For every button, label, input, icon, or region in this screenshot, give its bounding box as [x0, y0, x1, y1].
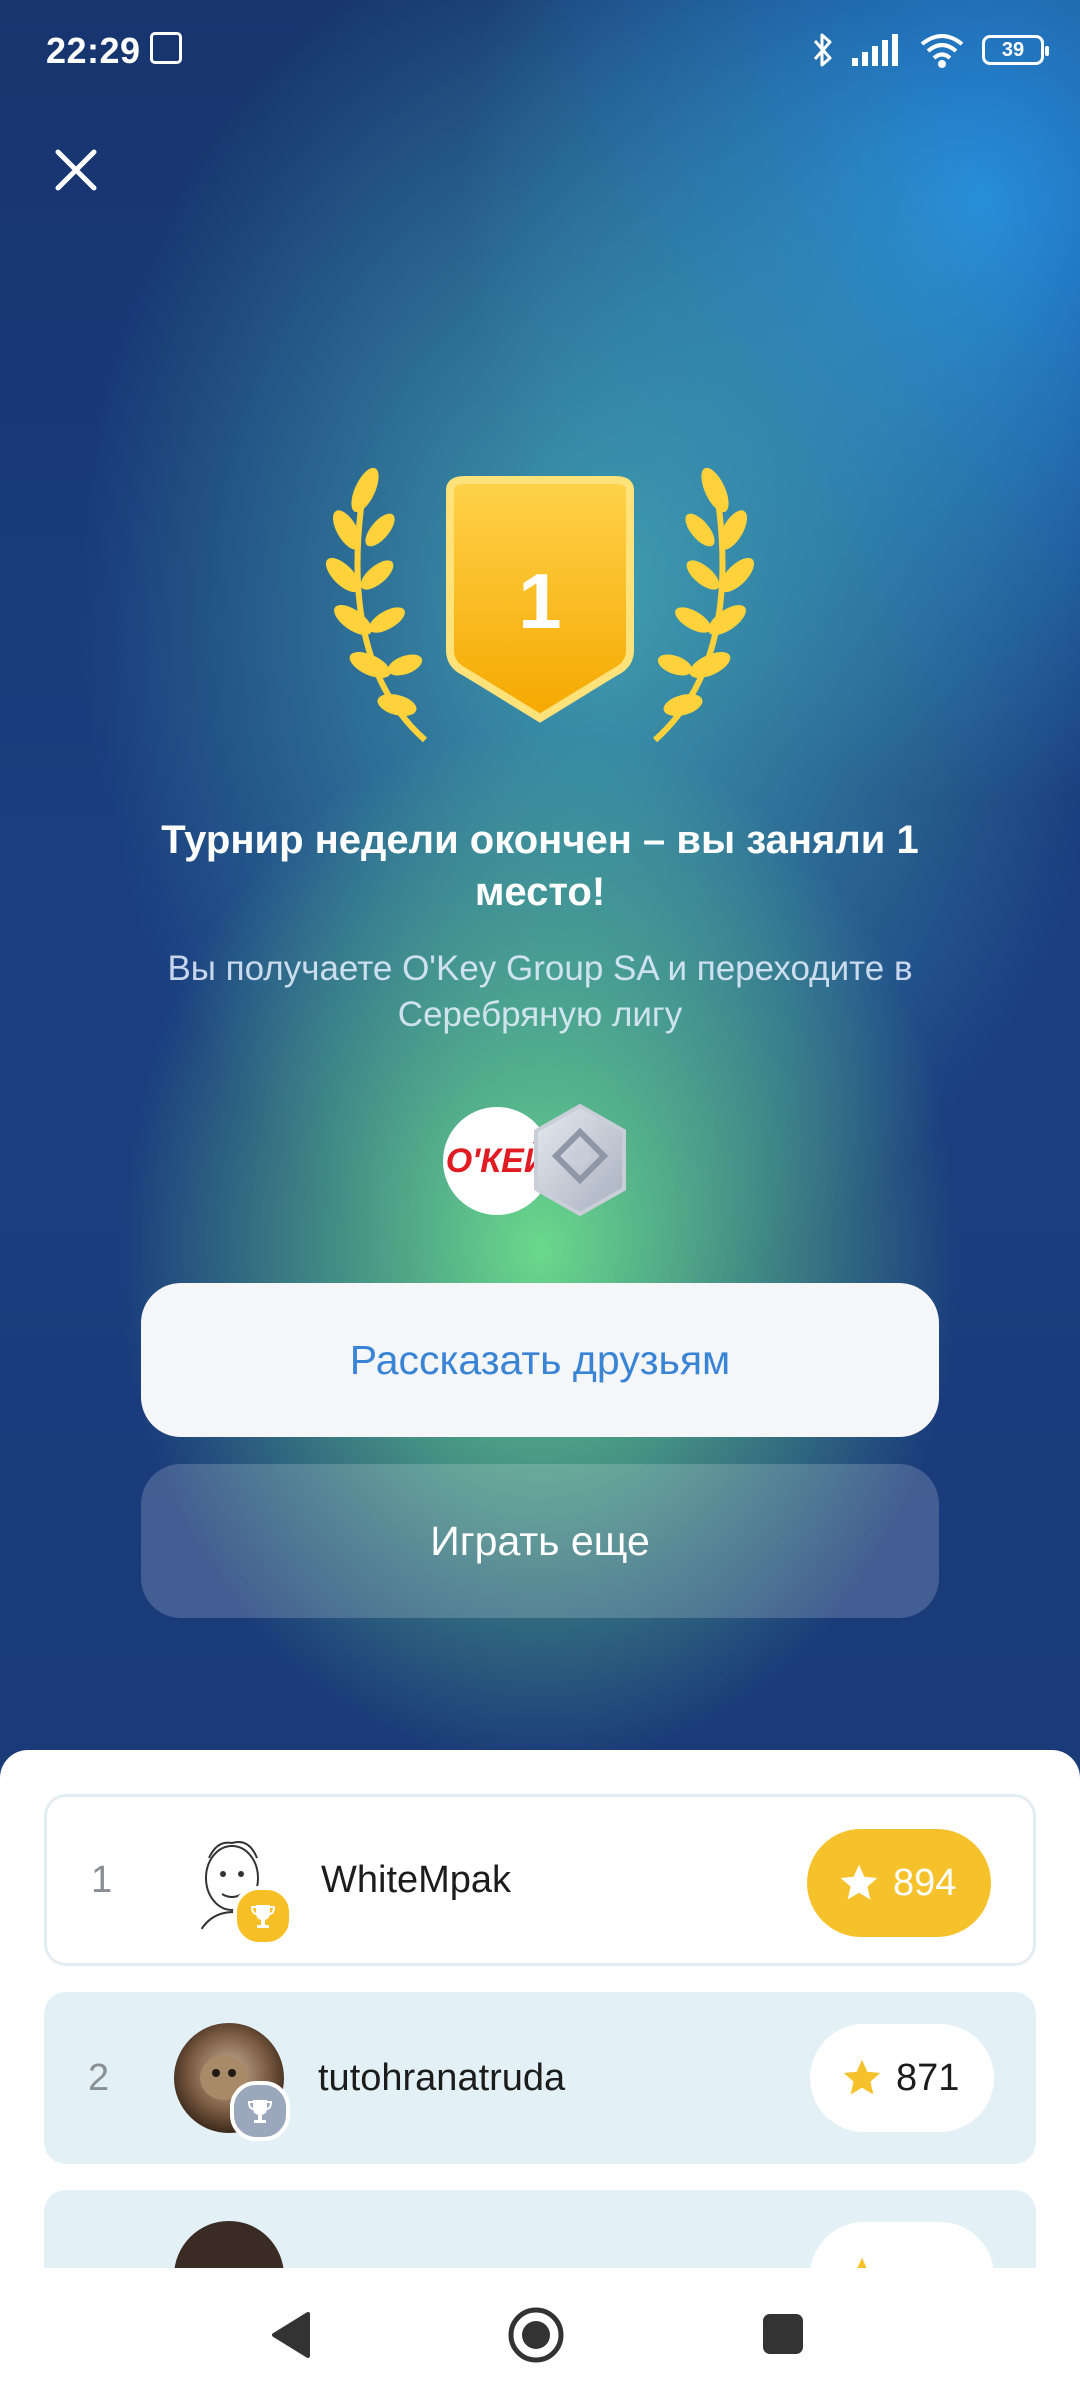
battery-level: 39 [1001, 38, 1025, 61]
score-pill: 871 [810, 2024, 994, 2132]
system-nav-bar [0, 2268, 1080, 2400]
result-subtitle: Вы получаете O'Key Group SA и переходите… [167, 949, 913, 1034]
leaderboard-row[interactable]: 2 tutohranatruda 871 [44, 1992, 1036, 2164]
wifi-icon [920, 34, 964, 68]
row-rank: 1 [91, 1858, 113, 1901]
status-bar: 22:29 39 [0, 0, 1080, 100]
result-title: Турнир недели окончен – вы заняли 1 мест… [161, 818, 919, 914]
star-icon [840, 1864, 878, 1900]
row-username: WhiteMpak [321, 1858, 512, 1901]
battery-icon: 39 [982, 35, 1049, 65]
place-number: 1 [518, 557, 562, 645]
row-rank: 2 [88, 2056, 110, 2099]
leaderboard-row[interactable]: 1 WhiteMpak 894 [44, 1794, 1036, 1966]
score-value: 894 [893, 1861, 957, 1904]
place-badge: 1 [325, 460, 755, 750]
silver-trophy-icon [230, 2081, 290, 2141]
play-again-button[interactable]: Играть еще [141, 1464, 939, 1618]
recents-icon[interactable] [761, 2312, 805, 2356]
play-button-label: Играть еще [430, 1517, 650, 1564]
nfc-icon [150, 32, 182, 64]
star-icon [843, 2059, 881, 2095]
share-with-friends-button[interactable]: Рассказать друзьям [141, 1283, 939, 1437]
share-button-label: Рассказать друзьям [349, 1336, 731, 1383]
avatar [174, 2023, 290, 2141]
home-icon[interactable] [507, 2306, 565, 2364]
gold-trophy-icon [233, 1886, 293, 1946]
bluetooth-icon [813, 33, 832, 67]
score-pill: 894 [807, 1829, 991, 1937]
status-icons: 39 [810, 28, 1049, 72]
back-icon[interactable] [268, 2310, 314, 2360]
score-value: 871 [896, 2056, 960, 2099]
signal-icon [852, 34, 898, 66]
close-icon[interactable] [52, 146, 100, 194]
status-time: 22:29 [46, 30, 141, 71]
silver-league-icon [534, 1103, 626, 1217]
avatar [177, 1828, 293, 1946]
row-username: tutohranatruda [318, 2056, 566, 2099]
